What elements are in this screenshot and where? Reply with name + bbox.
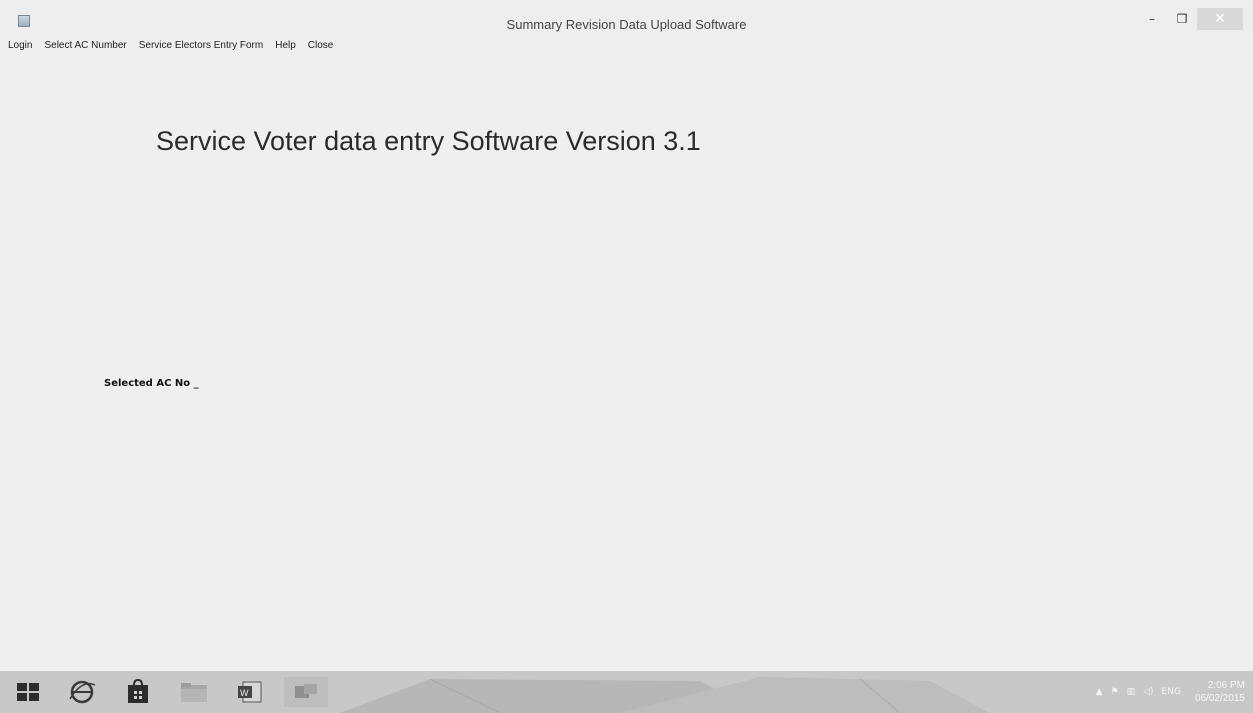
window-controls: – ❐ ✕ (1137, 8, 1243, 30)
volume-icon[interactable]: ◁) (1143, 687, 1153, 697)
menu-help[interactable]: Help (275, 40, 296, 51)
taskbar-active-app[interactable] (284, 677, 328, 707)
taskbar-internet-explorer[interactable] (60, 677, 104, 707)
close-button[interactable]: ✕ (1197, 8, 1243, 30)
taskbar-store[interactable] (116, 677, 160, 707)
clock-time: 2:06 PM (1207, 680, 1245, 691)
title-bar[interactable]: Summary Revision Data Upload Software – … (0, 0, 1253, 34)
svg-text:W: W (240, 688, 249, 698)
desktop-screen: Summary Revision Data Upload Software – … (0, 0, 1253, 713)
language-indicator[interactable]: ENG (1162, 687, 1181, 697)
menu-select-ac-number[interactable]: Select AC Number (44, 40, 126, 51)
clock-date: 06/02/2015 (1194, 693, 1245, 704)
action-center-flag-icon[interactable]: ⚑ (1111, 687, 1119, 697)
menu-bar: Login Select AC Number Service Electors … (0, 36, 345, 54)
system-tray: ▲ ⚑ ▥ ◁) ENG 2:06 PM 06/02/2015 (1096, 671, 1245, 713)
app-window-icon (295, 684, 317, 698)
restore-button[interactable]: ❐ (1167, 8, 1197, 30)
file-explorer-icon (181, 683, 207, 702)
clock[interactable]: 2:06 PM 06/02/2015 (1195, 679, 1245, 705)
internet-explorer-icon (69, 680, 96, 704)
restore-icon: ❐ (1176, 12, 1188, 26)
menu-close[interactable]: Close (308, 40, 334, 51)
taskbar-word[interactable]: W (228, 677, 272, 707)
menu-login[interactable]: Login (8, 40, 32, 51)
network-icon[interactable]: ▥ (1127, 687, 1136, 697)
show-hidden-icons-icon[interactable]: ▲ (1096, 687, 1103, 697)
taskbar: W ▲ ⚑ ▥ ◁) ENG 2:06 PM 06/02/2015 (0, 671, 1253, 713)
menu-service-electors-entry-form[interactable]: Service Electors Entry Form (139, 40, 263, 51)
window-title: Summary Revision Data Upload Software (506, 17, 747, 32)
minimize-icon: – (1149, 12, 1155, 26)
page-title: Service Voter data entry Software Versio… (156, 126, 701, 156)
taskbar-file-explorer[interactable] (172, 677, 216, 707)
minimize-button[interactable]: – (1137, 8, 1167, 30)
store-icon (128, 679, 148, 703)
windows-start-icon (17, 683, 39, 701)
close-icon: ✕ (1214, 11, 1226, 27)
word-icon: W (238, 681, 262, 703)
windows-start-button[interactable] (6, 677, 50, 707)
selected-ac-label: Selected AC No _ (104, 378, 199, 389)
